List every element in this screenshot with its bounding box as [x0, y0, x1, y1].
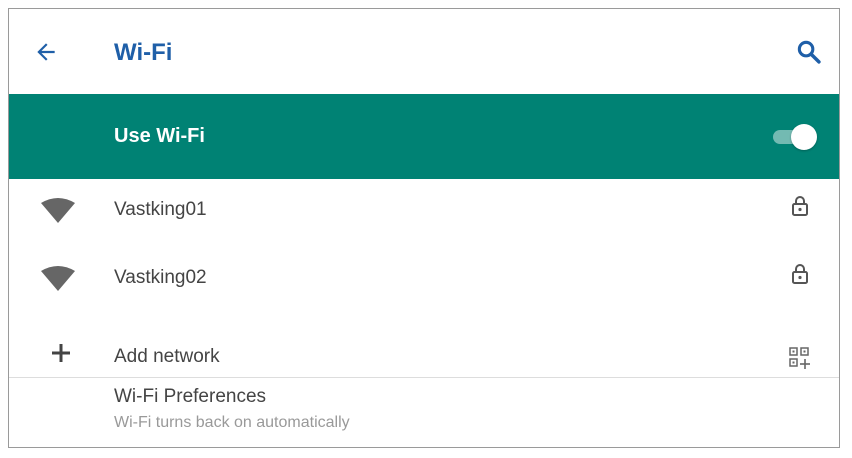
- preferences-subtitle: Wi-Fi turns back on automatically: [114, 414, 350, 431]
- search-button[interactable]: [795, 38, 823, 66]
- add-network-row[interactable]: Add network: [9, 315, 839, 377]
- use-wifi-row[interactable]: Use Wi-Fi: [9, 94, 839, 179]
- search-icon: [797, 40, 821, 64]
- add-network-label: Add network: [114, 346, 220, 367]
- network-name: Vastking01: [114, 199, 207, 220]
- network-list-item[interactable]: Vastking01: [9, 179, 839, 247]
- switch-thumb: [791, 124, 817, 150]
- network-list-item[interactable]: Vastking02: [9, 247, 839, 315]
- qr-scan-button[interactable]: [789, 347, 811, 371]
- wifi-signal-icon: [41, 198, 75, 223]
- back-button[interactable]: [33, 39, 59, 65]
- app-bar: Wi-Fi: [9, 9, 839, 94]
- plus-icon: [52, 344, 70, 362]
- lock-icon: [792, 264, 808, 284]
- arrow-back-icon: [37, 43, 55, 61]
- preferences-title: Wi-Fi Preferences: [114, 386, 267, 407]
- wifi-toggle-switch[interactable]: [773, 124, 817, 150]
- wifi-settings-screen: Wi-Fi Use Wi-Fi Vastking01 Vastking02 Ad…: [8, 8, 840, 448]
- page-title: Wi-Fi: [114, 39, 173, 66]
- wifi-preferences-row[interactable]: Wi-Fi Preferences Wi-Fi turns back on au…: [9, 378, 839, 447]
- lock-icon: [792, 196, 808, 216]
- use-wifi-label: Use Wi-Fi: [114, 125, 205, 147]
- qr-code-scan-icon: [789, 347, 810, 369]
- wifi-signal-icon: [41, 266, 75, 291]
- network-name: Vastking02: [114, 267, 207, 288]
